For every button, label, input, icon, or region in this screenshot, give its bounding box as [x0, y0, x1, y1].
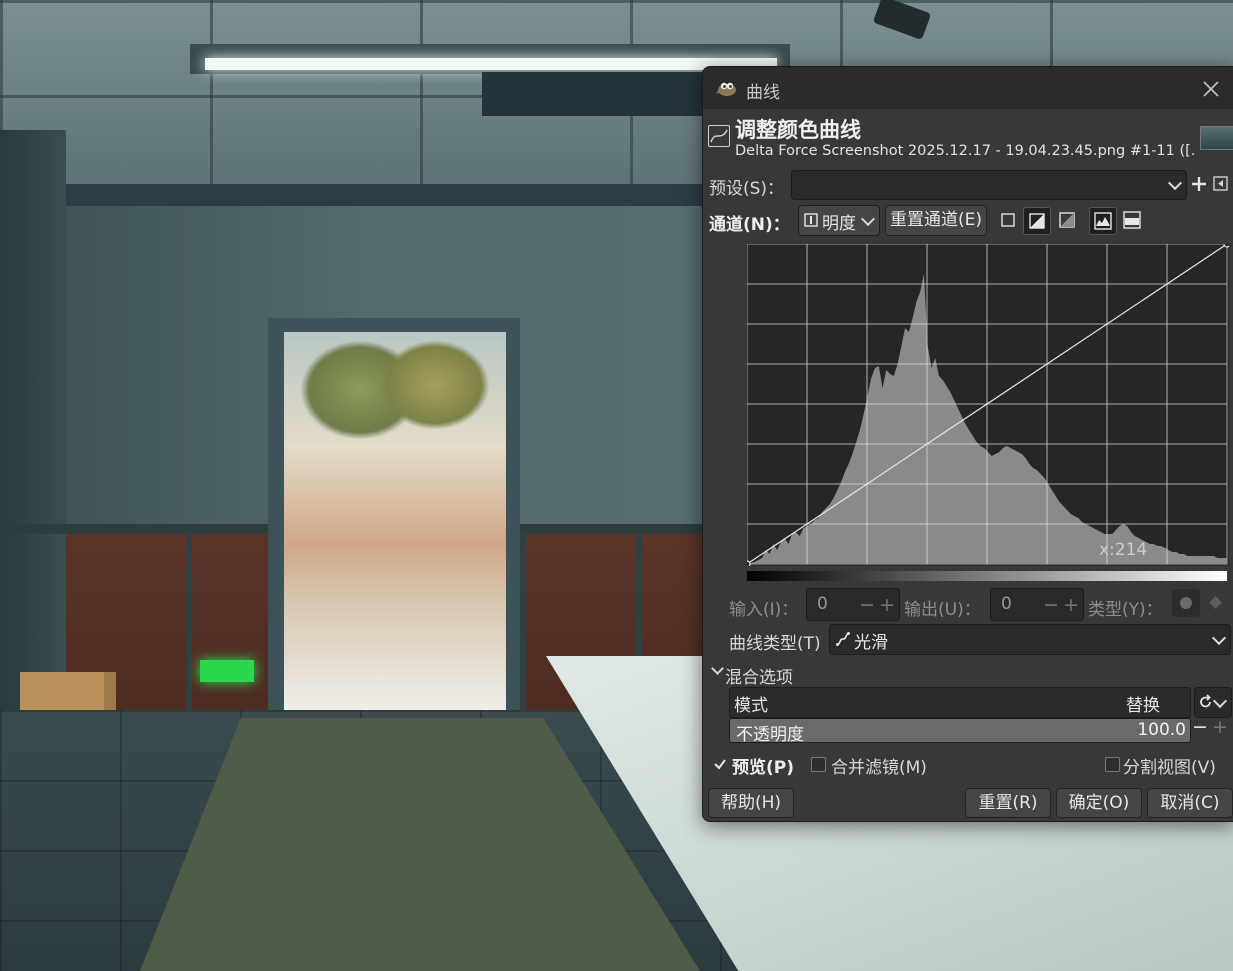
chevron-down-icon	[860, 211, 876, 226]
minus-icon[interactable]: −	[1043, 594, 1059, 616]
output-spinbox[interactable]: 0 − +	[990, 588, 1084, 621]
output-gradient-bar	[747, 571, 1227, 581]
left-wall	[0, 130, 66, 730]
blend-options-label: 混合选项	[725, 668, 793, 688]
image-name-subtitle: Delta Force Screenshot 2025.12.17 - 19.0…	[735, 143, 1195, 159]
curves-icon	[708, 125, 730, 147]
log-histogram-icon[interactable]	[1119, 207, 1145, 233]
split-view-label: 分割视图(V)	[1123, 758, 1216, 778]
point-type-smooth[interactable]	[1172, 589, 1200, 617]
dialog-titlebar[interactable]: 曲线	[703, 67, 1233, 109]
checkmark-icon	[714, 759, 726, 770]
input-label: 输入(I)：	[729, 600, 799, 620]
curve-type-value: 光滑	[854, 633, 888, 653]
reset-arrow-icon	[1200, 694, 1211, 708]
linear-channel-toggle[interactable]	[1023, 207, 1051, 235]
chevron-down-icon	[711, 662, 724, 675]
curve-type-combo[interactable]: 光滑	[829, 624, 1231, 655]
blend-mode-value: 替换	[1126, 696, 1160, 716]
blend-mode-label: 模式	[734, 696, 768, 716]
merge-filter-checkbox[interactable]: 合并滤镜(M)	[811, 753, 951, 778]
channel-label: 通道(N)：	[709, 215, 790, 235]
checkbox-box	[1105, 757, 1120, 772]
merge-filter-label: 合并滤镜(M)	[831, 758, 927, 778]
linear-histogram-toggle[interactable]	[1089, 207, 1117, 235]
exit-sign	[200, 660, 254, 682]
chevron-down-icon	[1211, 630, 1227, 645]
linear-channel-icon	[1029, 213, 1045, 229]
channel-mode-none-icon[interactable]	[995, 207, 1021, 233]
curve-graph[interactable]: x:214	[730, 240, 1231, 568]
curve-point-black[interactable]	[743, 560, 751, 568]
luminance-channel-icon	[804, 213, 818, 227]
plus-icon[interactable]: +	[1212, 716, 1228, 738]
perceptual-channel-icon[interactable]	[1054, 207, 1080, 233]
help-button[interactable]: 帮助(H)	[708, 788, 794, 818]
output-value: 0	[1001, 594, 1012, 614]
chevron-down-icon	[1212, 693, 1228, 708]
blend-mode-combo[interactable]: 模式 替换	[729, 687, 1191, 718]
ceiling-vent	[482, 72, 702, 116]
preview-label: 预览(P)	[732, 758, 794, 778]
chevron-down-icon	[1167, 175, 1183, 191]
opacity-label: 不透明度	[736, 725, 804, 745]
curve-type-label: 曲线类型(T)	[729, 634, 821, 654]
image-thumbnail	[1200, 126, 1233, 150]
palm-tree	[380, 340, 490, 430]
plus-icon[interactable]	[1190, 175, 1208, 193]
plus-icon[interactable]: +	[1063, 594, 1079, 616]
checkbox-box	[811, 757, 826, 772]
blend-options-expander[interactable]: 混合选项	[711, 661, 911, 688]
preview-checkbox[interactable]: 预览(P)	[713, 753, 813, 778]
blend-space-combo[interactable]	[1194, 687, 1232, 718]
input-spinbox[interactable]: 0 − +	[806, 588, 900, 621]
menu-arrow-icon[interactable]	[1213, 176, 1228, 191]
linear-histogram-icon	[1094, 212, 1112, 230]
split-view-checkbox[interactable]: 分割视图(V)	[1103, 753, 1231, 778]
reset-button[interactable]: 重置(R)	[965, 788, 1051, 818]
panel-divider	[520, 532, 526, 710]
minus-icon[interactable]: −	[859, 594, 875, 616]
reset-channel-button[interactable]: 重置通道(E)	[885, 205, 987, 236]
curves-dialog: 曲线 调整颜色曲线 Delta Force Screenshot 2025.12…	[702, 66, 1233, 822]
dialog-title: 曲线	[746, 83, 780, 103]
ceiling-lamp-tube	[205, 58, 777, 70]
curve-point-white[interactable]	[1223, 240, 1231, 248]
channel-value: 明度	[822, 214, 856, 234]
dialog-header-title: 调整颜色曲线	[735, 118, 861, 142]
presets-label: 预设(S)：	[709, 179, 785, 199]
smooth-point-icon	[1180, 597, 1192, 609]
corner-point-icon[interactable]	[1209, 596, 1222, 609]
close-icon[interactable]	[1199, 77, 1223, 101]
gimp-wilber-icon	[716, 82, 736, 96]
cursor-readout: x:214	[1099, 540, 1147, 560]
panel-divider	[186, 532, 192, 710]
plus-icon[interactable]: +	[879, 594, 895, 616]
smooth-curve-icon	[836, 632, 850, 646]
cancel-button[interactable]: 取消(C)	[1147, 788, 1233, 818]
channel-combo[interactable]: 明度	[798, 205, 880, 236]
curve-editor[interactable]: x:214	[730, 240, 1231, 581]
ok-button[interactable]: 确定(O)	[1056, 788, 1142, 818]
input-value: 0	[817, 594, 828, 614]
type-label: 类型(Y)：	[1088, 600, 1163, 620]
opacity-value: 100.0	[1137, 720, 1186, 740]
output-label: 输出(U)：	[904, 600, 981, 620]
minus-icon[interactable]: −	[1192, 716, 1208, 738]
presets-combo[interactable]	[791, 170, 1187, 200]
opacity-slider[interactable]: 不透明度 100.0	[729, 718, 1191, 745]
